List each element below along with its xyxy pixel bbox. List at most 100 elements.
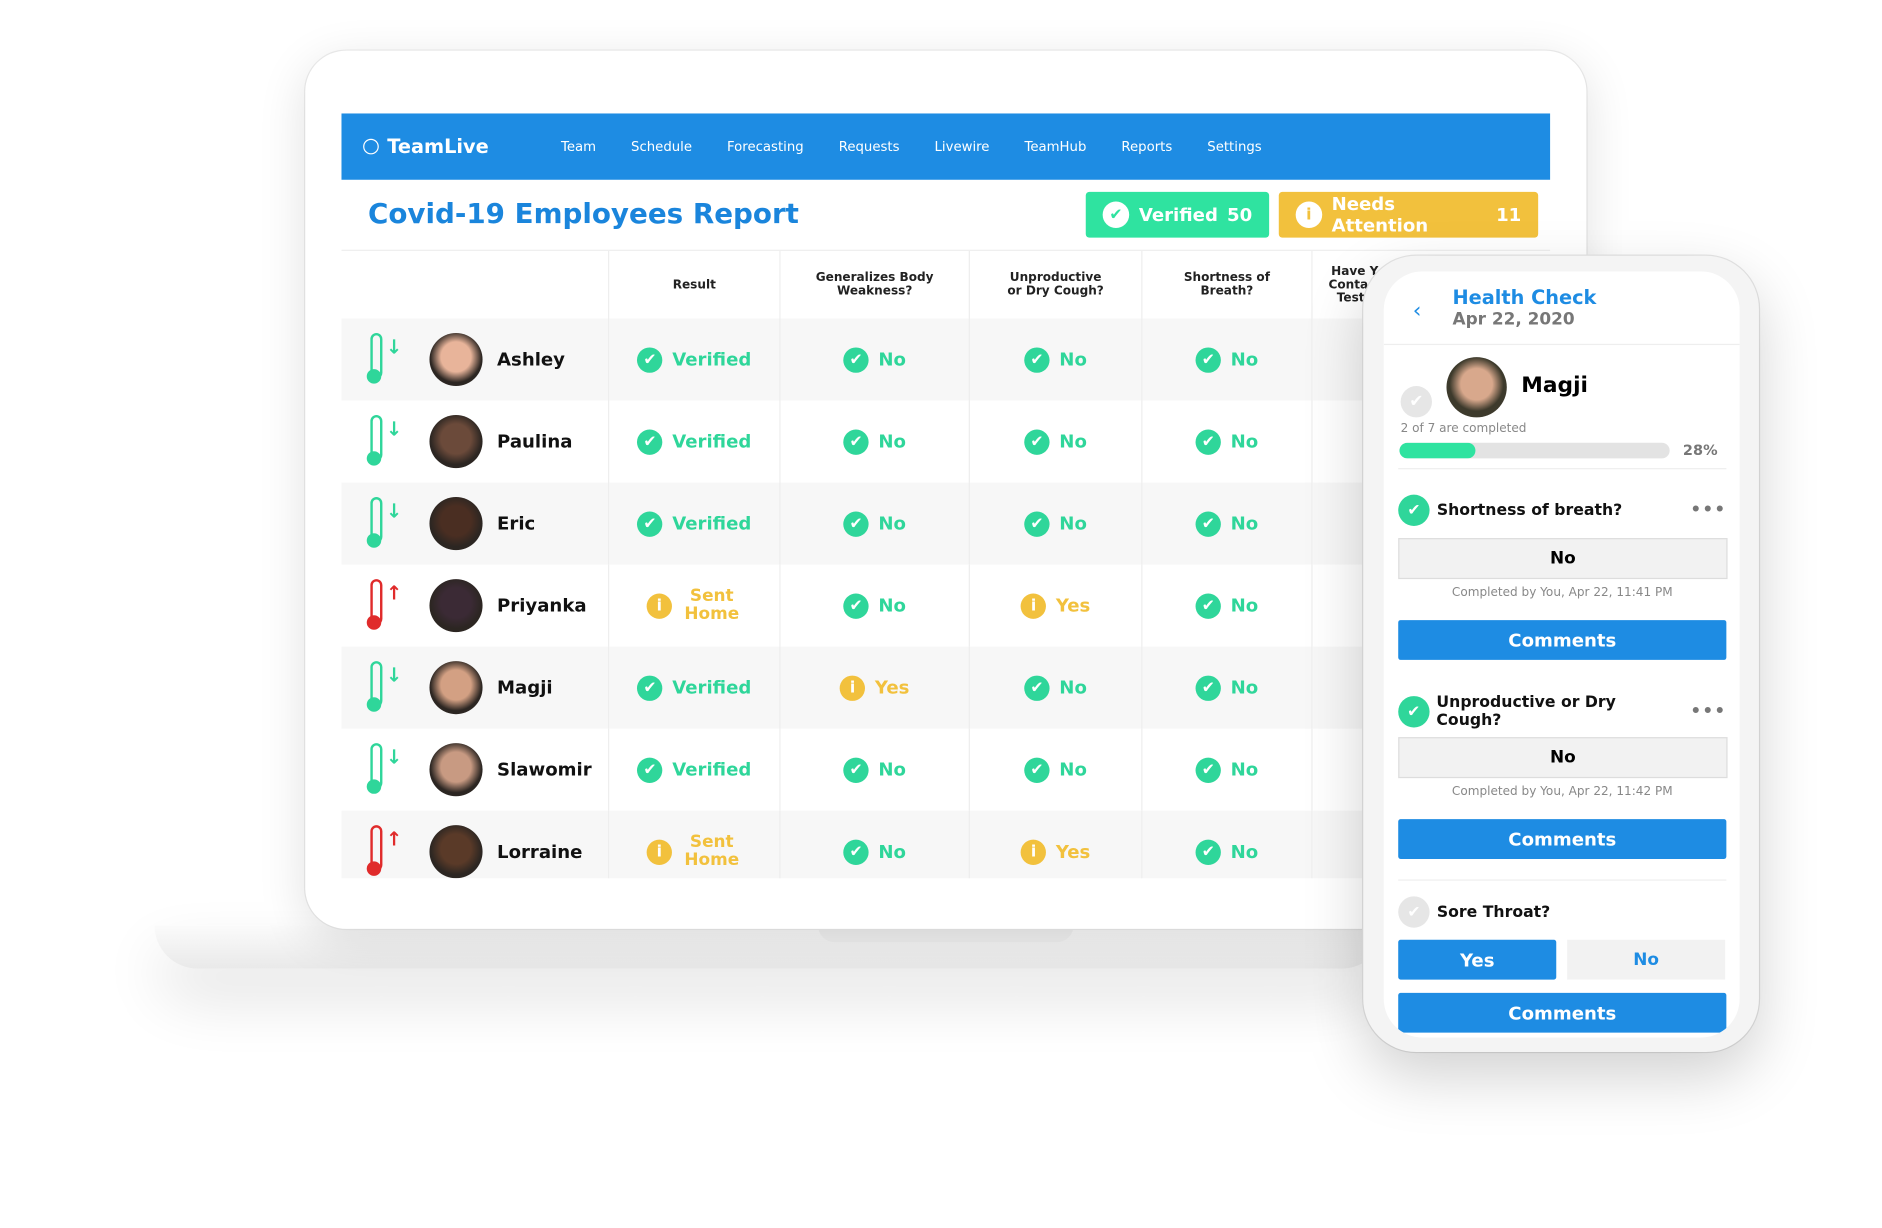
col-result: Result [608,250,780,319]
attention-count: 11 [1496,203,1522,226]
result-cell: i Sent Home [608,564,780,647]
weakness-value: No [878,348,906,371]
info-icon: i [1295,201,1322,229]
cough-value: No [1059,430,1087,453]
thermometer-down-icon: ↓ [366,332,403,386]
employee-cell: ↓ Magji [341,646,609,729]
employee-name: Eric [497,512,536,535]
table-row[interactable]: ↓ Paulina ✔ Verified ✔ No ✔ No ✔ No [341,400,1410,483]
progress-bar [1399,442,1670,459]
breath-value: No [1230,758,1259,781]
table-row[interactable]: ↓ Eric ✔ Verified ✔ No ✔ No ✔ No [341,482,1410,565]
check-icon: ✔ [1195,510,1221,537]
table-row[interactable]: ↓ Magji ✔ Verified i Yes ✔ No ✔ No [341,646,1410,729]
check-icon: ✔ [843,346,869,373]
avatar [429,332,483,387]
completed-text: Completed by You, Apr 22, 11:41 PM [1451,586,1673,600]
thermometer-down-icon: ↓ [366,661,403,714]
check-icon: ✔ [1195,839,1221,865]
check-icon: ✔ [1195,592,1221,619]
employee-cell: ↑ Lorraine [341,810,609,879]
check-icon: ✔ [1024,428,1050,455]
check-icon: ✔ [843,839,869,865]
cough-cell: ✔ No [968,400,1142,483]
avatar [429,743,483,797]
table-row[interactable]: ↑ Priyanka i Sent Home ✔ No i Yes ✔ No [341,564,1410,647]
table-row[interactable]: ↓ Ashley ✔ Verified ✔ No ✔ No ✔ No [341,318,1410,401]
employee-check-icon[interactable]: ✔ [1400,386,1432,418]
nav-forecasting[interactable]: Forecasting [727,139,804,155]
breath-cell: ✔ No [1141,482,1312,565]
app-logo[interactable]: TeamLive [363,135,561,158]
comments-button[interactable]: Comments [1398,620,1727,660]
breath-value: No [1230,512,1259,535]
question-label: Sore Throat? [1436,902,1551,922]
thermometer-up-icon: ↑ [366,825,403,878]
nav-requests[interactable]: Requests [839,139,900,155]
thermometer-down-icon: ↓ [366,415,403,468]
verified-label: Verified [1138,203,1218,226]
info-icon: i [839,674,866,701]
check-icon[interactable]: ✔ [1398,896,1430,928]
health-check-screen: ‹ Health Check Apr 22, 2020 ✔ Magji 2 of… [1383,271,1740,1038]
verified-badge[interactable]: ✔ Verified 50 [1085,191,1270,238]
comments-button[interactable]: Comments [1398,992,1727,1033]
info-icon: i [1020,839,1047,865]
result-value: Verified [672,758,752,781]
result-cell: ✔ Verified [608,482,780,565]
answer-box[interactable]: No [1398,737,1728,779]
nav-reports[interactable]: Reports [1121,139,1172,155]
breath-value: No [1230,594,1259,617]
employee-cell: ↓ Slawomir [341,729,608,811]
cough-value: Yes [1055,594,1091,617]
weakness-cell: ✔ No [779,318,970,401]
nav-schedule[interactable]: Schedule [631,139,692,155]
cough-value: No [1059,676,1087,699]
cough-value: Yes [1055,840,1091,863]
yes-button[interactable]: Yes [1398,939,1557,980]
more-icon[interactable]: ••• [1690,702,1726,721]
employee-cell: ↓ Ashley [341,318,609,401]
check-icon: ✔ [637,346,663,373]
breath-value: No [1230,840,1259,863]
result-value: Verified [672,348,752,371]
divider [1398,879,1727,881]
cough-cell: i Yes [968,810,1142,879]
title-row: Covid-19 Employees Report ✔ Verified 50 iN… [341,180,1551,251]
check-icon: ✔ [1195,428,1221,455]
result-value: Verified [672,676,752,699]
check-icon: ✔ [1398,494,1430,526]
check-icon: ✔ [1195,674,1221,701]
table-row[interactable]: ↓ Slawomir ✔ Verified ✔ No ✔ No ✔ No [341,728,1410,811]
back-icon[interactable]: ‹ [1413,298,1422,323]
question-label: Unproductive or Dry Cough? [1436,693,1616,730]
nav-team[interactable]: Team [561,139,596,155]
nav-settings[interactable]: Settings [1207,139,1261,155]
avatar [429,579,483,633]
result-value: Verified [672,430,752,453]
weakness-value: Yes [874,676,910,699]
table-row[interactable]: ↑ Lorraine i Sent Home ✔ No i Yes ✔ No [341,810,1410,879]
check-icon: ✔ [1398,696,1430,728]
check-icon: ✔ [637,674,663,701]
no-button[interactable]: No [1567,939,1726,980]
employee-cell: ↓ Paulina [341,401,608,483]
check-icon: ✔ [1102,201,1130,229]
avatar [429,825,483,879]
answer-box[interactable]: No [1398,538,1728,580]
comments-button[interactable]: Comments [1398,819,1727,859]
weakness-value: No [878,840,906,863]
nav-teamhub[interactable]: TeamHub [1024,139,1086,155]
result-value: Sent Home [684,586,740,624]
needs-attention-badge[interactable]: i Needs Attention 11 [1278,191,1539,238]
employee-name: Magji [497,676,553,699]
question-shortness: ✔ Shortness of breath? ••• [1398,494,1726,526]
nav-livewire[interactable]: Livewire [935,139,990,155]
result-value: Verified [672,512,752,535]
more-icon[interactable]: ••• [1690,501,1726,520]
info-icon: i [646,839,672,865]
weakness-cell: i Yes [779,646,970,729]
employee-name: Paulina [497,430,573,453]
logo-icon [363,138,379,155]
breath-cell: ✔ No [1141,318,1312,401]
